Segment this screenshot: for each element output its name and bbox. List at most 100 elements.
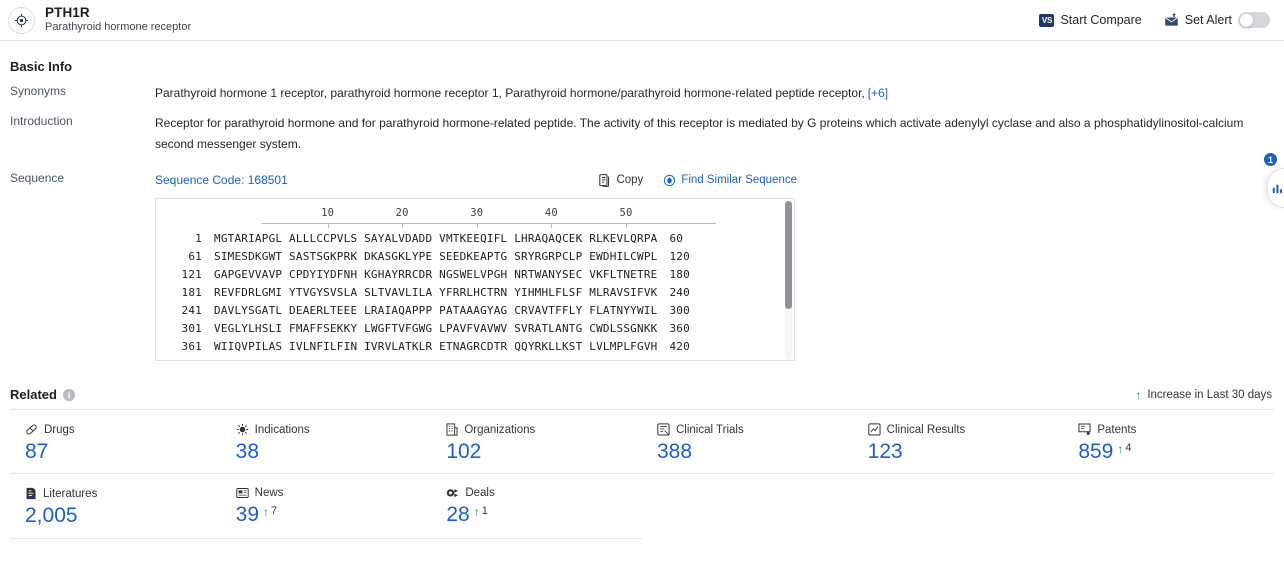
- related-metric-literatures[interactable]: Literatures 2,005: [10, 474, 221, 539]
- related-metric-header: Clinical Results: [867, 423, 1064, 436]
- related-metric-header: Patents: [1078, 423, 1274, 436]
- sequence-residues: DAVLYSGATL DEAERLTEEE LRAIAQAPPP PATAAAG…: [214, 303, 658, 317]
- sequence-line: 181 REVFDRLGMI YTVGYSVSLA SLTVAVLILA YFRR…: [156, 283, 794, 301]
- related-metric-value-wrap: 2,005: [25, 503, 221, 529]
- related-metric-clinical-results[interactable]: Clinical Results 123: [852, 410, 1064, 475]
- sequence-scrollbar-thumb[interactable]: [785, 201, 792, 309]
- sequence-code-link[interactable]: Sequence Code: 168501: [155, 170, 288, 191]
- copy-label: Copy: [616, 174, 644, 187]
- related-metric-news[interactable]: News 39 ↑ 7: [220, 474, 432, 539]
- related-metric-label: Patents: [1097, 423, 1137, 436]
- sequence-body: Sequence Code: 168501 Copy Find Similar …: [155, 170, 1284, 191]
- building-icon: [446, 423, 458, 436]
- sequence-viewer[interactable]: 10 20 30 40 50 1 MGTARIAPGL ALLLCCPVLS SAYALV…: [155, 198, 795, 361]
- ruler-tick: [626, 223, 627, 228]
- related-metric-label: Deals: [465, 487, 495, 500]
- float-widget-tab[interactable]: [1267, 168, 1284, 208]
- related-metric-value-wrap: 859 ↑ 4: [1078, 439, 1274, 465]
- ruler-line: [261, 223, 716, 224]
- related-metric-label: Clinical Trials: [676, 423, 744, 436]
- sequence-line: 301 VEGLYLHSLI FMAFFSEKKY LWGFTVFGWG LPAV…: [156, 319, 794, 337]
- find-similar-sequence-button[interactable]: Find Similar Sequence: [663, 170, 797, 190]
- info-icon[interactable]: i: [62, 388, 75, 401]
- related-metric-header: Clinical Trials: [657, 423, 853, 436]
- related-metric-drugs[interactable]: Drugs 87: [10, 410, 221, 475]
- target-icon: [8, 6, 35, 34]
- ruler-tick: [551, 223, 553, 228]
- ruler-tick-label: 20: [395, 207, 409, 219]
- sequence-content: 10 20 30 40 50 1 MGTARIAPGL ALLLCCPVLS SAYALV…: [156, 199, 794, 355]
- related-metric-value: 28: [446, 503, 470, 527]
- related-metric-value: 38: [235, 440, 260, 463]
- copy-button[interactable]: Copy: [599, 170, 643, 190]
- related-metric-deals[interactable]: Deals 28 ↑ 1: [431, 474, 642, 539]
- related-metric-delta-value: 1: [481, 505, 488, 518]
- sequence-residues: GAPGEVVAVP CPDYIYDFNH KGHAYRRCDR NGSWELV…: [214, 267, 658, 281]
- related-metric-value-wrap: 388: [657, 439, 853, 465]
- introduction-row: Introduction Receptor for parathyroid ho…: [0, 104, 1284, 155]
- related-metric-clinical-trials[interactable]: Clinical Trials 388: [642, 410, 853, 475]
- introduction-label: Introduction: [10, 114, 73, 128]
- find-similar-icon: [663, 174, 676, 187]
- start-compare-button[interactable]: VS Start Compare: [1039, 13, 1142, 27]
- related-metric-placeholder: [853, 474, 1064, 538]
- sequence-line: 121 GAPGEVVAVP CPDYIYDFNH KGHAYRRCDR NGSW…: [156, 265, 794, 283]
- sequence-scrollbar[interactable]: [785, 201, 792, 360]
- related-metric-organizations[interactable]: Organizations 102: [431, 410, 642, 475]
- ruler-tick: [476, 223, 478, 228]
- related-metric-placeholder: [1063, 474, 1274, 538]
- related-metric-label: Organizations: [464, 423, 536, 436]
- clinical-trial-icon: [657, 423, 670, 436]
- up-arrow-icon: ↑: [1135, 387, 1142, 402]
- synonyms-row: Synonyms Parathyroid hormone 1 receptor,…: [0, 74, 1284, 104]
- set-alert-toggle[interactable]: [1238, 12, 1270, 28]
- ruler-tick-label: 50: [619, 207, 633, 219]
- float-widget-badge[interactable]: 1: [1264, 153, 1277, 166]
- sequence-header: Sequence Code: 168501 Copy Find Similar …: [155, 170, 1284, 191]
- sequence-start-index: 61: [188, 249, 202, 263]
- sequence-end-index: 240: [669, 285, 690, 299]
- sequence-line: 361 WIIQVPILAS IVLNFILFIN IVRVLATKLR ETNA…: [156, 337, 794, 355]
- sequence-end-index: 300: [669, 303, 690, 317]
- related-metric-label: Indications: [254, 423, 310, 436]
- sequence-start-index: 301: [181, 321, 202, 335]
- ruler-tick-label: 30: [470, 207, 484, 219]
- synonyms-more-link[interactable]: [+6]: [868, 86, 888, 100]
- sequence-end-index: 120: [669, 249, 690, 263]
- deal-icon: [446, 487, 459, 499]
- related-metric-patents[interactable]: Patents 859 ↑ 4: [1063, 410, 1274, 475]
- ruler-tick: [327, 223, 329, 228]
- clinical-result-icon: [867, 423, 881, 436]
- related-metric-label: News: [254, 487, 284, 500]
- related-metric-delta-value: 7: [271, 505, 278, 518]
- related-metric-label: Drugs: [44, 423, 75, 436]
- related-header: Related i ↑ Increase in Last 30 days: [10, 387, 1284, 402]
- synonyms-value-wrap: Parathyroid hormone 1 receptor, parathyr…: [155, 83, 1284, 104]
- sequence-label: Sequence: [10, 171, 65, 185]
- sequence-row: Sequence Sequence Code: 168501 Copy Find…: [0, 155, 1284, 191]
- introduction-value: Receptor for parathyroid hormone and for…: [155, 116, 1244, 151]
- basic-info-heading: Basic Info: [10, 59, 73, 74]
- patent-icon: [1078, 423, 1091, 436]
- set-alert-control[interactable]: Set Alert: [1164, 12, 1270, 28]
- sequence-line: 1 MGTARIAPGL ALLLCCPVLS SAYALVDADD VMTKEE…: [156, 229, 794, 247]
- related-metric-value-wrap: 28 ↑ 1: [446, 502, 642, 528]
- sequence-start-index: 241: [181, 303, 202, 317]
- related-metric-value-wrap: 87: [25, 439, 221, 465]
- related-metric-value: 2,005: [25, 504, 78, 528]
- related-metric-value-wrap: 39 ↑ 7: [236, 502, 432, 528]
- alert-icon: [1164, 13, 1179, 27]
- sequence-residues: VEGLYLHSLI FMAFFSEKKY LWGFTVFGWG LPAVFVA…: [214, 321, 658, 335]
- ruler-tick: [402, 223, 404, 228]
- up-arrow-icon: ↑: [473, 505, 480, 520]
- related-metric-header: Literatures: [25, 487, 221, 500]
- ruler-tick-label: 40: [544, 207, 558, 219]
- sequence-line: 61 SIMESDKGWT SASTSGKPRK DKASGKLYPE SEEDK…: [156, 247, 794, 265]
- up-arrow-icon: ↑: [1117, 441, 1124, 456]
- sequence-residues: MGTARIAPGL ALLLCCPVLS SAYALVDADD VMTKEEQ…: [214, 231, 658, 245]
- related-metric-header: News: [235, 487, 432, 500]
- sequence-end-index: 60: [669, 231, 684, 245]
- related-metric-indications[interactable]: Indications 38: [220, 410, 432, 475]
- related-metric-header: Deals: [446, 487, 642, 499]
- sequence-start-index: 181: [181, 285, 202, 299]
